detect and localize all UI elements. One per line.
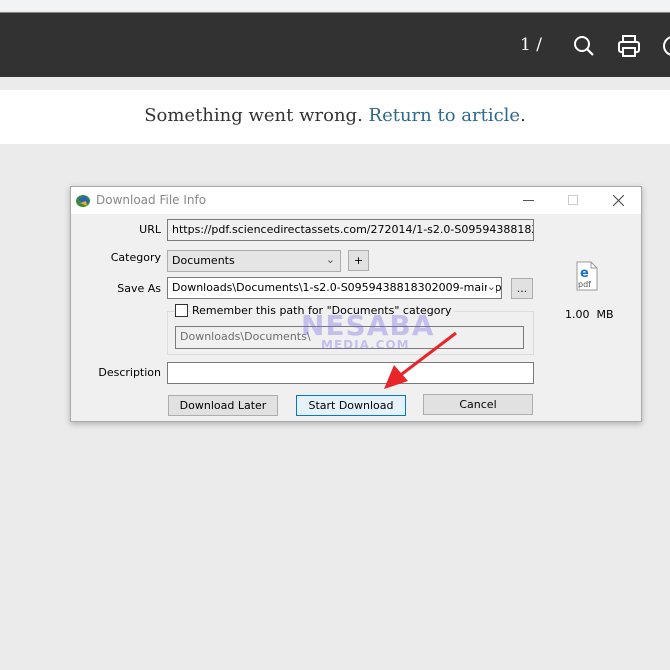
- idm-logo-icon: [76, 195, 90, 207]
- save-as-value: Downloads\Documents\1-s2.0-S095943881830…: [172, 281, 502, 294]
- category-label: Category: [110, 251, 161, 264]
- download-later-button[interactable]: Download Later: [168, 395, 278, 416]
- minimize-button[interactable]: [523, 200, 534, 201]
- category-select[interactable]: Documents ⌄: [167, 250, 341, 272]
- return-to-article-link[interactable]: Return to article: [369, 105, 521, 126]
- period: .: [520, 105, 526, 126]
- add-category-button[interactable]: +: [348, 250, 369, 271]
- title-bar: Download File Info: [71, 187, 641, 214]
- svg-text:pdf: pdf: [578, 280, 591, 289]
- pdf-file-icon: epdf: [576, 261, 598, 291]
- category-value: Documents: [172, 254, 235, 267]
- remember-checkbox[interactable]: [175, 304, 188, 317]
- error-banner: Something went wrong. Return to article.: [0, 90, 670, 144]
- url-label: URL: [139, 223, 161, 236]
- description-field[interactable]: [167, 362, 534, 384]
- more-icon[interactable]: [662, 35, 670, 57]
- search-icon[interactable]: [573, 35, 595, 57]
- chevron-down-icon: ⌄: [486, 280, 496, 293]
- download-file-info-dialog: Download File Info URL https://pdf.scien…: [70, 186, 642, 422]
- description-label: Description: [98, 366, 161, 379]
- red-arrow-annotation: [384, 331, 457, 389]
- svg-text:e: e: [580, 266, 589, 281]
- dialog-title: Download File Info: [96, 193, 207, 207]
- close-icon[interactable]: [613, 195, 624, 206]
- page-indicator: 1 /: [520, 35, 542, 55]
- save-as-combo[interactable]: Downloads\Documents\1-s2.0-S095943881830…: [167, 277, 502, 299]
- top-strip: [0, 0, 670, 11]
- save-as-label: Save As: [117, 282, 161, 295]
- print-icon[interactable]: [617, 34, 641, 58]
- pdf-toolbar: 1 /: [0, 12, 670, 77]
- error-message: Something went wrong.: [144, 105, 369, 126]
- browse-button[interactable]: ...: [511, 278, 533, 299]
- chevron-down-icon: ⌄: [325, 253, 335, 266]
- maximize-button[interactable]: [568, 195, 578, 205]
- start-download-button[interactable]: Start Download: [296, 395, 406, 416]
- cancel-button[interactable]: Cancel: [423, 394, 533, 415]
- file-size: 1.00 MB: [565, 308, 614, 321]
- url-field[interactable]: https://pdf.sciencedirectassets.com/2720…: [167, 219, 534, 241]
